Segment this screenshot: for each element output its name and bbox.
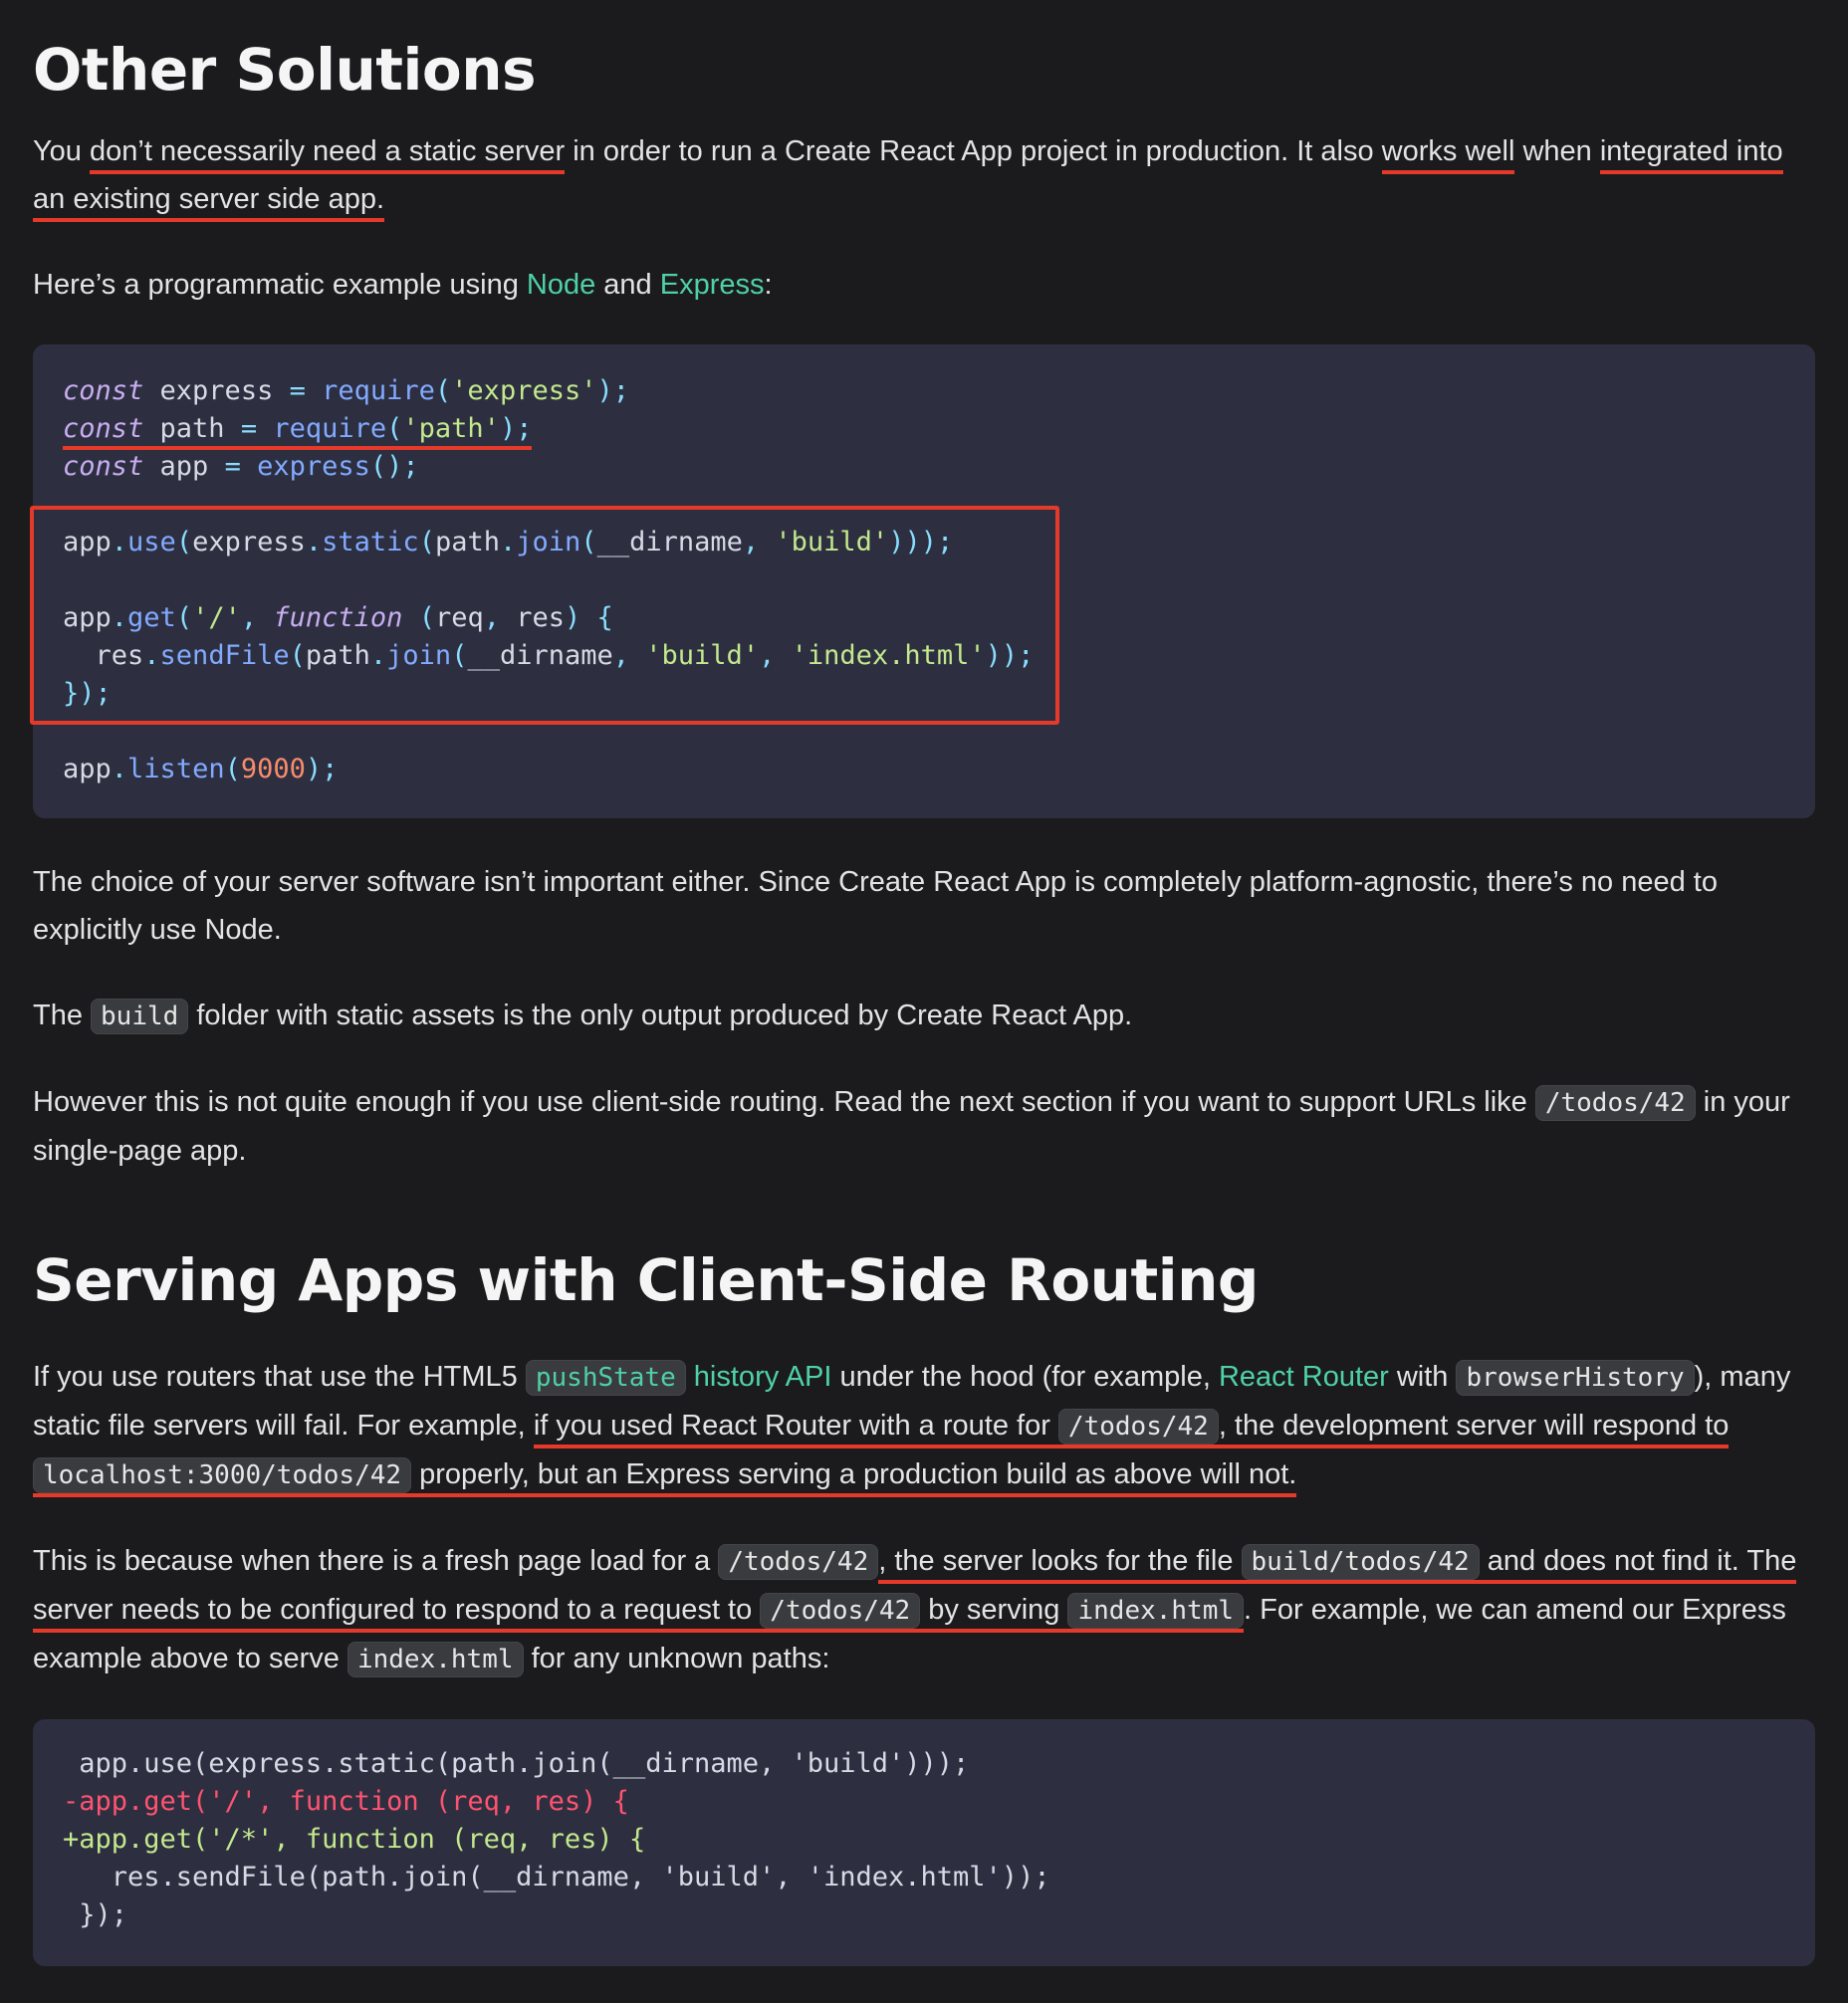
routing-note-paragraph: However this is not quite enough if you …: [33, 1084, 1790, 1167]
heading-client-side-routing: Serving Apps with Client-Side Routing: [33, 1245, 1259, 1314]
code-line-3: const app = express();: [63, 450, 419, 482]
code-block-express[interactable]: const express = require('express'); cons…: [30, 343, 1815, 818]
inline-code-browserhistory: browserHistory: [1456, 1360, 1695, 1397]
code-block-diff[interactable]: app.use(express.static(path.join(__dirna…: [33, 1719, 1815, 1967]
code-line-2: const path = require('path');: [63, 412, 533, 450]
code-line-7: });: [63, 677, 112, 709]
example-paragraph: Here’s a programmatic example using Node…: [33, 268, 773, 301]
diff-line-removed: -app.get('/', function (req, res) {: [63, 1786, 629, 1818]
diff-line-context: res.sendFile(path.join(__dirname, 'build…: [63, 1862, 1050, 1893]
code-line-4: app.use(express.static(path.join(__dirna…: [63, 526, 954, 557]
annotation-underline: works well: [1381, 134, 1515, 174]
routers-paragraph: If you use routers that use the HTML5 pu…: [33, 1353, 1815, 1499]
link-pushstate[interactable]: pushState history API: [525, 1360, 831, 1397]
inline-code-build: build: [91, 998, 189, 1034]
link-react-router[interactable]: React Router: [1219, 1361, 1389, 1393]
link-node[interactable]: Node: [527, 269, 595, 301]
heading-other-solutions: Other Solutions: [33, 36, 537, 104]
diff-line-context: });: [63, 1899, 128, 1931]
code-line-6: res.sendFile(path.join(__dirname, 'build…: [63, 639, 1035, 671]
annotation-underline: don’t necessarily need a static server: [90, 134, 566, 174]
diff-line-added: +app.get('/*', function (req, res) {: [63, 1824, 646, 1856]
link-express[interactable]: Express: [660, 269, 765, 301]
server-choice-paragraph: The choice of your server software isn’t…: [33, 865, 1718, 946]
intro-paragraph: You don’t necessarily need a static serv…: [33, 127, 1815, 223]
inline-code-index-html: index.html: [346, 1642, 524, 1678]
fresh-load-paragraph: This is because when there is a fresh pa…: [33, 1537, 1815, 1683]
inline-code-todos: /todos/42: [718, 1544, 879, 1581]
code-line-1: const express = require('express');: [63, 374, 629, 406]
inline-code-todos: /todos/42: [1534, 1084, 1696, 1121]
code-line-5: app.get('/', function (req, res) {: [63, 601, 613, 633]
build-folder-paragraph: The build folder with static assets is t…: [33, 992, 1815, 1040]
code-line-8: app.listen(9000);: [63, 753, 339, 784]
docs-page: Other Solutions You don’t necessarily ne…: [0, 0, 1848, 2003]
diff-line-context: app.use(express.static(path.join(__dirna…: [63, 1748, 970, 1780]
